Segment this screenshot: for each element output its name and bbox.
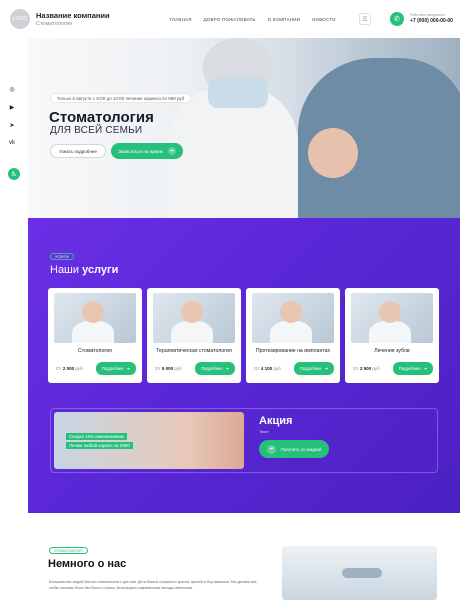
nav-item-home[interactable]: ГЛАВНАЯ [170,17,192,22]
book-appointment-button[interactable]: Записаться на прием ➜ [111,143,183,159]
service-card-price: От 4 100 руб [254,366,281,371]
promo-notice: Только в августе с 9:00 до 14:00 лечение… [50,93,192,103]
promo-lines: Скидка 10% именинникам Лечим любой карие… [66,433,133,449]
services-tag: УСЛУГИ [50,253,74,260]
promo-banner: Скидка 10% именинникам Лечим любой карие… [50,408,438,473]
phone-number[interactable]: +7 (000) 000-00-00 [410,18,453,24]
service-card[interactable]: Стоматология От 2 000 руб Подробнее ➜ [48,288,142,383]
service-card[interactable]: Протезирование на имплантах От 4 100 руб… [246,288,340,383]
promo-image: Скидка 10% именинникам Лечим любой карие… [54,412,244,469]
about-text: Большинство людей боятся стоматологов с … [49,580,258,590]
service-card-price: От 5 000 руб [155,366,182,371]
service-details-button[interactable]: Подробнее ➜ [96,362,136,375]
brand-name: Название компании [36,11,110,20]
arrow-right-icon: ➜ [225,366,230,371]
accessibility-icon[interactable]: ♿ [8,168,20,180]
services-title-strong: услуги [82,264,119,276]
service-cards: Стоматология От 2 000 руб Подробнее ➜ Тер… [48,288,439,383]
phone-block: Работаем ежедневно +7 (000) 000-00-00 [410,13,453,24]
promo-line-1: Скидка 10% именинникам [66,433,127,440]
arrow-right-icon: ➜ [266,444,276,454]
arrow-right-icon: ➜ [423,366,428,371]
promo-title: Акция [259,415,293,427]
instagram-icon[interactable]: ◎ [8,85,16,93]
brand-block: Название компании Стоматология [36,11,110,27]
arrow-right-icon: ➜ [324,366,329,371]
service-card-image [252,293,334,343]
learn-more-button[interactable]: Узнать подробнее [50,144,106,158]
service-card-image [153,293,235,343]
main-nav: ГЛАВНАЯ ДОБРО ПОЖАЛОВАТЬ О КОМПАНИИ НОВО… [170,17,336,22]
social-links: ◎ ▶ ➤ vk [8,85,16,147]
phone-icon[interactable]: ✆ [390,12,404,26]
service-card-image [351,293,433,343]
nav-item-about[interactable]: О КОМПАНИИ [268,17,301,22]
brand-subtitle: Стоматология [36,21,72,27]
service-card-price: От 2 500 руб [353,366,380,371]
promo-subtitle: Текст [259,430,269,434]
services-section: УСЛУГИ Наши услуги Стоматология От 2 000… [28,218,460,513]
services-title-prefix: Наши [50,264,80,276]
company-logo[interactable]: LOGO [10,9,30,29]
services-title: Наши услуги [50,264,118,276]
promo-line-2: Лечим любой кариес за 2990 [66,442,133,449]
get-discount-button[interactable]: ➜ Получить со скидкой [259,440,329,458]
about-tag: СТОМАТОЛОГИЯ [49,547,88,554]
get-discount-label: Получить со скидкой [280,446,322,452]
service-card-image [54,293,136,343]
arrow-right-icon: ➜ [167,147,176,155]
nav-item-welcome[interactable]: ДОБРО ПОЖАЛОВАТЬ [204,17,256,22]
nav-item-news[interactable]: НОВОСТИ [312,17,336,22]
hero-section: Только в августе с 9:00 до 14:00 лечение… [28,38,460,218]
about-image [282,546,437,600]
service-card-name: Стоматология [78,348,112,354]
service-card-name: Лечение зубов [374,348,410,354]
book-appointment-label: Записаться на прием [118,148,163,154]
service-details-button[interactable]: Подробнее ➜ [294,362,334,375]
vk-icon[interactable]: vk [8,139,16,147]
about-title: Немного о нас [48,558,127,570]
service-details-button[interactable]: Подробнее ➜ [195,362,235,375]
telegram-icon[interactable]: ➤ [8,121,16,129]
service-card-price: От 2 000 руб [56,366,83,371]
phone-label: Работаем ежедневно [410,13,445,17]
hero-photo-face [308,128,358,178]
hero-subtitle: ДЛЯ ВСЕЙ СЕМЬИ [50,125,143,136]
youtube-icon[interactable]: ▶ [8,103,16,111]
service-card[interactable]: Лечение зубов От 2 500 руб Подробнее ➜ [345,288,439,383]
hero-title: Стоматология [49,109,154,126]
arrow-right-icon: ➜ [126,366,131,371]
service-card-name: Протезирование на имплантах [255,348,331,354]
service-card[interactable]: Терапевтическая стоматология От 5 000 ру… [147,288,241,383]
service-card-name: Терапевтическая стоматология [156,348,232,354]
menu-icon[interactable]: ☰ [359,13,371,25]
service-details-button[interactable]: Подробнее ➜ [393,362,433,375]
hero-photo-mask [208,78,268,108]
